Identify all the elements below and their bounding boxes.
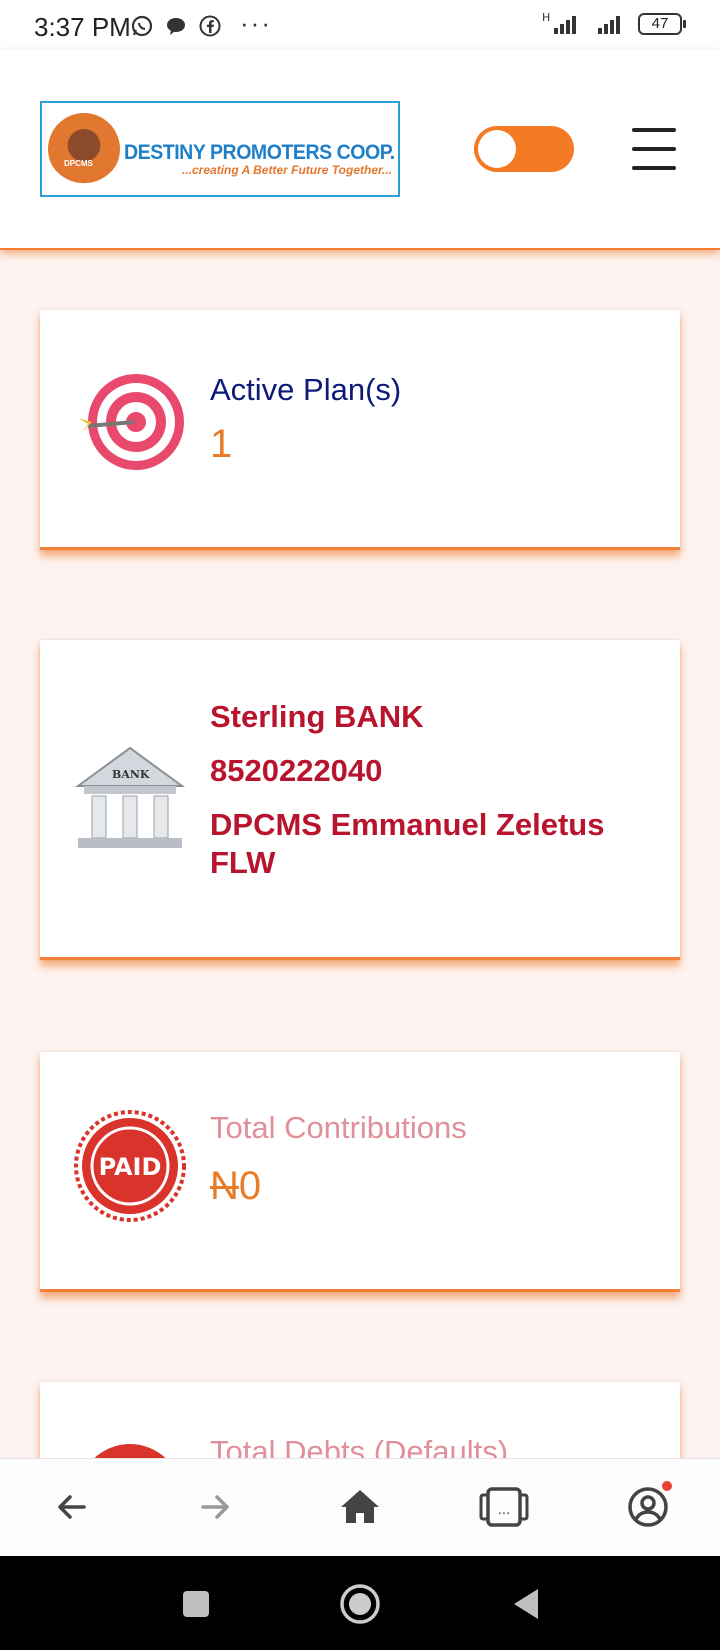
home-circle-icon bbox=[340, 1584, 380, 1624]
recents-icon bbox=[183, 1591, 209, 1617]
active-plans-label: Active Plan(s) bbox=[210, 372, 402, 407]
logo-tagline: ...creating A Better Future Together... bbox=[182, 163, 393, 177]
account-button[interactable] bbox=[618, 1479, 678, 1535]
android-nav-bar bbox=[0, 1556, 720, 1650]
screen: 3:37 PM ··· H 47 DPCMS DESTINY PROMOTERS… bbox=[0, 0, 720, 1650]
home-icon bbox=[341, 1490, 379, 1523]
hamburger-icon[interactable] bbox=[630, 126, 678, 172]
bank-icon: BANK bbox=[74, 746, 186, 848]
bank-account-card[interactable]: BANK Sterling BANK 8520222040 DPCMS Emma… bbox=[40, 640, 680, 960]
total-contributions-card[interactable]: PAID Total Contributions N0 bbox=[40, 1052, 680, 1292]
bank-details: Sterling BANK 8520222040 DPCMS Emmanuel … bbox=[210, 698, 650, 898]
more-notifications-icon: ··· bbox=[240, 8, 272, 38]
app-header: DPCMS DESTINY PROMOTERS COOP. ...creatin… bbox=[0, 50, 720, 250]
bank-icon-text: BANK bbox=[112, 768, 150, 781]
back-icon bbox=[58, 1495, 86, 1519]
account-number[interactable]: 8520222040 bbox=[210, 752, 650, 790]
theme-toggle[interactable] bbox=[474, 126, 574, 172]
paid-stamp-icon: PAID bbox=[74, 1110, 186, 1222]
tabs-label: ... bbox=[498, 1503, 510, 1518]
bank-name: Sterling BANK bbox=[210, 699, 424, 734]
signal-h-icon: H bbox=[542, 12, 576, 34]
facebook-icon bbox=[199, 15, 221, 37]
logo[interactable]: DPCMS DESTINY PROMOTERS COOP. ...creatin… bbox=[40, 101, 400, 197]
recents-button[interactable] bbox=[170, 1578, 222, 1630]
tabs-button[interactable]: ... bbox=[474, 1479, 534, 1535]
back-triangle-icon bbox=[514, 1589, 538, 1619]
status-time: 3:37 PM bbox=[34, 12, 131, 42]
forward-button[interactable] bbox=[185, 1479, 245, 1535]
contributions-text: Total Contributions N0 bbox=[210, 1110, 650, 1209]
battery-icon: 47 bbox=[638, 13, 686, 35]
active-plans-text: Active Plan(s) 1 bbox=[210, 372, 650, 467]
active-plans-value: 1 bbox=[210, 422, 233, 466]
back-system-button[interactable] bbox=[500, 1578, 552, 1630]
whatsapp-icon bbox=[131, 15, 153, 37]
toggle-knob bbox=[478, 130, 516, 168]
paid-stamp-text: PAID bbox=[99, 1153, 162, 1181]
back-button[interactable] bbox=[42, 1479, 102, 1535]
account-icon bbox=[628, 1487, 668, 1527]
browser-toolbar: ... bbox=[0, 1458, 720, 1556]
home-system-button[interactable] bbox=[334, 1578, 386, 1630]
contributions-label: Total Contributions bbox=[210, 1110, 467, 1145]
network-label: H bbox=[542, 12, 550, 24]
status-bar: 3:37 PM ··· H 47 bbox=[0, 0, 720, 50]
forward-icon bbox=[201, 1495, 229, 1519]
notification-dot bbox=[662, 1481, 672, 1491]
system-icons: H 47 bbox=[540, 12, 686, 36]
notification-icons bbox=[130, 14, 222, 38]
logo-seal-text: DPCMS bbox=[64, 159, 93, 168]
naira-symbol: N bbox=[210, 1164, 239, 1208]
target-icon bbox=[78, 374, 184, 470]
logo-seal-icon bbox=[48, 113, 120, 185]
account-name: DPCMS Emmanuel Zeletus FLW bbox=[210, 807, 605, 880]
message-icon bbox=[167, 18, 185, 35]
logo-title: DESTINY PROMOTERS COOP. bbox=[124, 141, 395, 164]
contributions-amount: 0 bbox=[238, 1164, 262, 1208]
home-button[interactable] bbox=[330, 1479, 390, 1535]
contributions-value: N0 bbox=[210, 1164, 650, 1209]
active-plans-card[interactable]: Active Plan(s) 1 bbox=[40, 310, 680, 550]
tabs-icon: ... bbox=[479, 1487, 529, 1527]
signal-icon bbox=[598, 16, 620, 34]
